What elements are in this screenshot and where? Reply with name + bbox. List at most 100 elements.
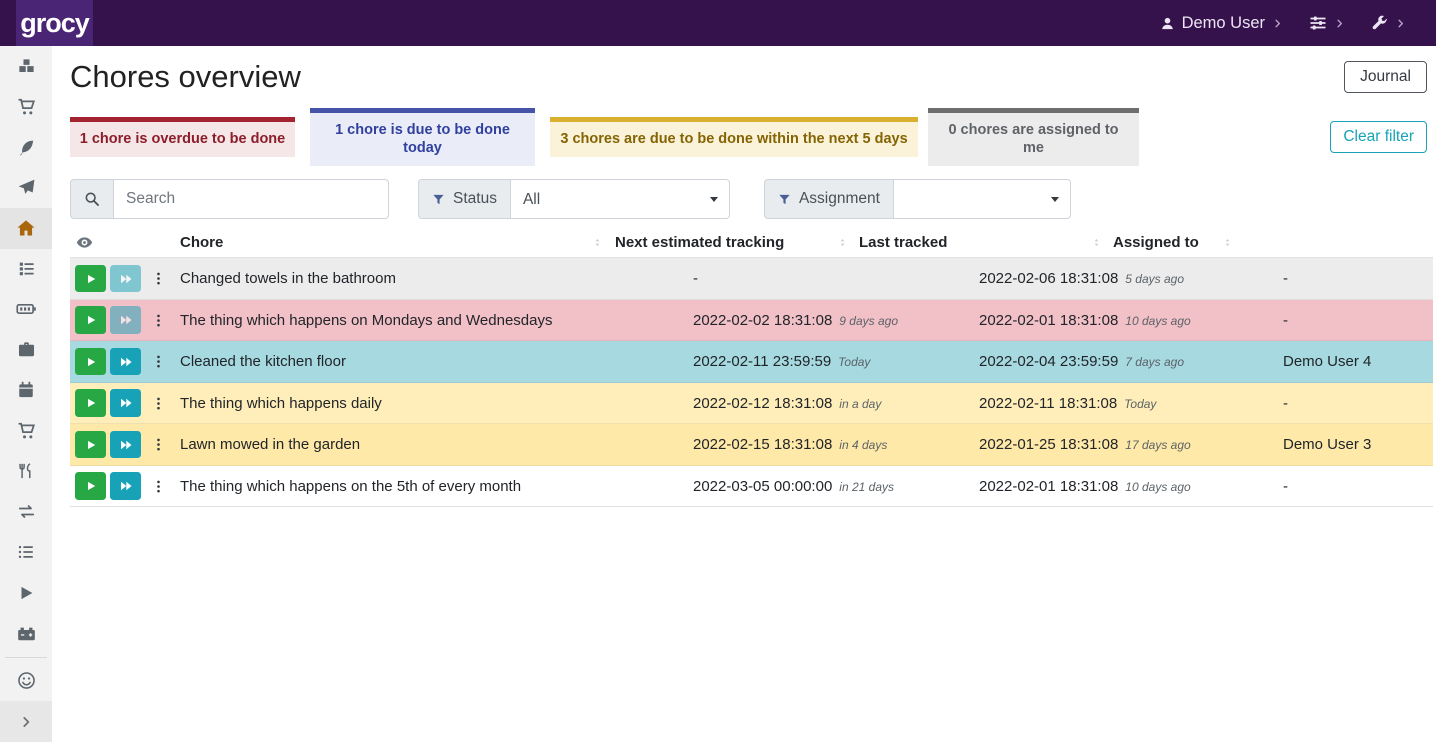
- play-icon: [85, 314, 97, 326]
- row-menu-button[interactable]: [149, 311, 168, 330]
- main-content: Chores overview Journal 1 chore is overd…: [52, 46, 1436, 742]
- assigned-to: Demo User 4: [1283, 353, 1433, 370]
- status-card-due-soon[interactable]: 3 chores are due to be done within the n…: [550, 117, 918, 157]
- play-icon: [85, 356, 97, 368]
- fast-forward-icon: [119, 438, 133, 452]
- status-select[interactable]: All: [510, 179, 730, 219]
- datetime: 2022-02-01 18:31:08: [979, 478, 1118, 495]
- search-icon: [84, 191, 100, 207]
- datetime: 2022-02-04 23:59:59: [979, 353, 1118, 370]
- sidebar-item-consume[interactable]: [0, 451, 52, 492]
- sidebar-divider: [5, 657, 47, 658]
- sidebar-item-feedback[interactable]: [0, 661, 52, 702]
- sidebar-item-chores-overview[interactable]: [0, 208, 52, 249]
- track-execution-button[interactable]: [75, 265, 106, 293]
- column-header-last-tracked[interactable]: Last tracked: [855, 227, 1109, 257]
- track-execution-button[interactable]: [75, 389, 106, 417]
- status-card-due-today[interactable]: 1 chore is due to be done today: [310, 108, 535, 166]
- track-execution-button[interactable]: [75, 472, 106, 500]
- status-card-overdue[interactable]: 1 chore is overdue to be done: [70, 117, 295, 157]
- chore-name: Changed towels in the bathroom: [178, 270, 693, 287]
- table-row: The thing which happens on Mondays and W…: [70, 300, 1433, 342]
- sidebar-item-chore-tracking[interactable]: [0, 573, 52, 614]
- shopping-cart-icon: [17, 97, 36, 116]
- sidebar-item-calendar[interactable]: [0, 370, 52, 411]
- clear-filter-button[interactable]: Clear filter: [1330, 121, 1427, 153]
- row-menu-button[interactable]: [149, 352, 168, 371]
- datetime: 2022-02-01 18:31:08: [979, 312, 1118, 329]
- column-header-assigned-to[interactable]: Assigned to: [1109, 227, 1240, 257]
- column-header-next-estimated-tracking[interactable]: Next estimated tracking: [610, 227, 855, 257]
- eye-icon[interactable]: [76, 234, 93, 251]
- sidebar-item-recipes[interactable]: [0, 127, 52, 168]
- datetime: 2022-02-11 23:59:59: [693, 353, 831, 370]
- status-cards-row: 1 chore is overdue to be done 1 chore is…: [70, 108, 1427, 166]
- chore-name: Cleaned the kitchen floor: [178, 353, 693, 370]
- row-menu-button[interactable]: [149, 394, 168, 413]
- assignment-select[interactable]: [893, 179, 1071, 219]
- play-icon: [85, 439, 97, 451]
- skip-execution-button[interactable]: [110, 389, 141, 417]
- skip-execution-button: [110, 306, 141, 334]
- settings-menu[interactable]: [1309, 14, 1345, 32]
- sort-icon: [836, 236, 849, 249]
- sidebar-item-inventory[interactable]: [0, 532, 52, 573]
- track-execution-button[interactable]: [75, 348, 106, 376]
- ellipsis-v-icon: [151, 271, 166, 286]
- row-menu-button[interactable]: [149, 269, 168, 288]
- datetime: 2022-02-11 18:31:08: [979, 395, 1117, 412]
- fast-forward-icon: [119, 479, 133, 493]
- assignment-filter-group: Assignment: [764, 179, 1071, 219]
- track-execution-button[interactable]: [75, 431, 106, 459]
- track-execution-button[interactable]: [75, 306, 106, 334]
- sidebar-item-transfer[interactable]: [0, 492, 52, 533]
- sidebar-item-tasks[interactable]: [0, 249, 52, 290]
- chore-name: Lawn mowed in the garden: [178, 436, 693, 453]
- chevron-right-icon: [1395, 18, 1406, 29]
- sidebar-item-batteries-overview[interactable]: [0, 289, 52, 330]
- table-row: Cleaned the kitchen floor 2022-02-11 23:…: [70, 341, 1433, 383]
- app-logo[interactable]: grocy: [16, 0, 93, 46]
- play-icon: [17, 584, 35, 602]
- chores-table: Chore Next estimated tracking Last track…: [70, 227, 1433, 507]
- sidebar-item-battery-tracking[interactable]: [0, 613, 52, 654]
- boxes-icon: [17, 57, 36, 76]
- time-ago: 9 days ago: [839, 314, 898, 328]
- row-menu-button[interactable]: [149, 435, 168, 454]
- assignment-label-text: Assignment: [799, 190, 880, 208]
- column-header-chore[interactable]: Chore: [178, 227, 610, 257]
- datetime: 2022-03-05 00:00:00: [693, 478, 832, 495]
- sort-icon: [591, 236, 604, 249]
- sidebar-item-stock-overview[interactable]: [0, 46, 52, 87]
- time-ago: Today: [1124, 397, 1156, 411]
- chevron-right-icon: [1334, 18, 1345, 29]
- utensils-icon: [17, 462, 35, 480]
- skip-execution-button[interactable]: [110, 472, 141, 500]
- datetime: -: [693, 270, 698, 287]
- admin-tools-menu[interactable]: [1371, 15, 1406, 32]
- chore-name: The thing which happens on the 5th of ev…: [178, 478, 693, 495]
- user-menu[interactable]: Demo User: [1160, 14, 1283, 33]
- skip-execution-button: [110, 265, 141, 293]
- journal-button[interactable]: Journal: [1344, 61, 1427, 93]
- skip-execution-button[interactable]: [110, 431, 141, 459]
- status-card-assigned-to-me[interactable]: 0 chores are assigned to me: [928, 108, 1139, 166]
- datetime: 2022-02-06 18:31:08: [979, 270, 1118, 287]
- wrench-icon: [1371, 15, 1388, 32]
- time-ago: in a day: [839, 397, 881, 411]
- chore-name: The thing which happens daily: [178, 395, 693, 412]
- row-menu-button[interactable]: [149, 477, 168, 496]
- sidebar-item-purchase[interactable]: [0, 411, 52, 452]
- sidebar-collapse-toggle[interactable]: [0, 701, 52, 742]
- table-row: Lawn mowed in the garden 2022-02-15 18:3…: [70, 424, 1433, 466]
- filter-icon: [778, 193, 791, 206]
- skip-execution-button[interactable]: [110, 348, 141, 376]
- chevron-right-icon: [1272, 18, 1283, 29]
- ellipsis-v-icon: [151, 479, 166, 494]
- sidebar-item-equipment[interactable]: [0, 330, 52, 371]
- play-icon: [85, 273, 97, 285]
- user-menu-label: Demo User: [1182, 14, 1265, 33]
- sidebar-item-shopping-list[interactable]: [0, 87, 52, 128]
- sidebar-item-meal-plan[interactable]: [0, 168, 52, 209]
- search-input[interactable]: [113, 179, 389, 219]
